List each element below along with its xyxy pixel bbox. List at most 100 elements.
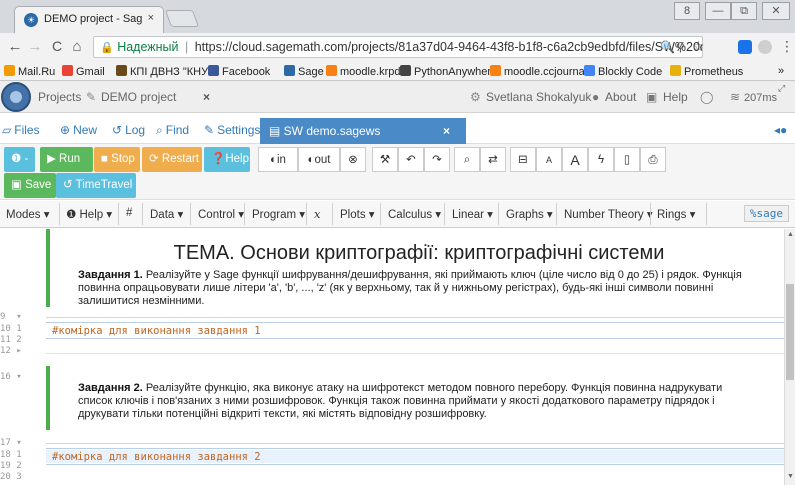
plots-menu[interactable]: Plots ▾ xyxy=(340,207,375,221)
find-tab[interactable]: ⌕ Find xyxy=(156,123,189,138)
close-project-icon[interactable]: × xyxy=(203,90,210,104)
user-name[interactable]: Svetlana Shokalyuk xyxy=(486,90,591,104)
bookmark-item[interactable]: Blockly Code xyxy=(584,65,662,78)
bookmark-item[interactable]: PythonAnywhere xyxy=(400,65,497,78)
tab-close-icon[interactable]: × xyxy=(148,12,154,24)
bookmark-star-icon[interactable]: ☆ xyxy=(692,38,705,55)
close-file-icon[interactable]: × xyxy=(443,118,450,144)
sage-favicon-icon: ☀ xyxy=(24,13,38,27)
new-tab-button[interactable] xyxy=(164,10,200,27)
bookmarks-overflow-icon[interactable]: » xyxy=(778,65,784,77)
bookmark-item[interactable]: Mail.Ru xyxy=(4,65,55,78)
code-line-1[interactable]: #комірка для виконання завдання 1 xyxy=(52,325,261,337)
undo-icon[interactable]: ↶ xyxy=(398,147,424,172)
worksheet-area[interactable]: ТЕМА. Основи криптографії: криптографічн… xyxy=(0,229,784,485)
control-menu[interactable]: Control ▾ xyxy=(198,207,244,221)
log-tab[interactable]: ↺ Log xyxy=(112,123,145,137)
delete-output-icon[interactable]: ⊗ xyxy=(340,147,366,172)
restart-button[interactable]: ⟳ Restart xyxy=(142,147,202,172)
browser-tab[interactable]: ☀ DEMO project - SageMat × xyxy=(14,6,164,33)
worksheet-toolbar: ❶ - ▶ Run ■ Stop ⟳ Restart ❓Help ◐in ◐ou… xyxy=(0,144,795,200)
scrollbar-thumb[interactable] xyxy=(786,284,794,380)
settings-tab[interactable]: ✎ Settings xyxy=(204,123,260,137)
comment-menu[interactable]: # xyxy=(126,207,132,219)
restart-label: Restart xyxy=(161,153,199,165)
run-button[interactable]: ▶ Run xyxy=(40,147,93,172)
about-link[interactable]: About xyxy=(605,90,636,104)
bookmark-item[interactable]: moodle.krpd xyxy=(326,65,401,78)
data-menu[interactable]: Data ▾ xyxy=(150,207,183,221)
modes-menu[interactable]: Modes ▾ xyxy=(6,207,49,221)
fullscreen-icon[interactable]: ⤢ xyxy=(778,83,785,94)
help-button[interactable]: ❓Help xyxy=(204,147,250,172)
linear-menu[interactable]: Linear ▾ xyxy=(452,207,493,221)
code-line-2[interactable]: #комірка для виконання завдання 2 xyxy=(52,451,261,463)
split-view-icon[interactable]: ⊟ xyxy=(510,147,536,172)
chat-icon[interactable]: ◂● xyxy=(774,123,787,137)
bookmark-item[interactable]: Prometheus xyxy=(670,65,743,78)
project-name[interactable]: DEMO project xyxy=(101,90,176,104)
replace-icon[interactable]: ⇄ xyxy=(480,147,506,172)
increase-font-icon[interactable]: A xyxy=(562,147,588,172)
history-icon: ↺ xyxy=(63,179,76,191)
toggle-input-button[interactable]: ◐in xyxy=(258,147,298,172)
calculus-menu[interactable]: Calculus ▾ xyxy=(388,207,441,221)
browser-menu-icon[interactable]: ⋮ xyxy=(780,38,794,55)
line-number: 9 ▾ xyxy=(0,312,22,322)
profile-button[interactable]: 8 xyxy=(674,2,700,20)
bookmark-item[interactable]: Sage xyxy=(284,65,324,78)
mode-badge[interactable]: %sage xyxy=(743,205,789,222)
sage-logo[interactable] xyxy=(1,82,31,112)
pin-icon[interactable]: ⚲ xyxy=(676,40,685,54)
search-icon[interactable]: ⌕ xyxy=(454,147,480,172)
timetravel-button[interactable]: ↺ TimeTravel xyxy=(56,173,136,198)
toggle-output-button[interactable]: ◐out xyxy=(298,147,340,172)
extension-icon-2[interactable] xyxy=(758,40,772,54)
line-number: 18 1 xyxy=(0,450,22,460)
extension-icon[interactable] xyxy=(738,40,752,54)
files-tab[interactable]: ▱ Files xyxy=(2,123,40,137)
menu-divider xyxy=(118,203,119,225)
bell-icon[interactable]: ◯ xyxy=(700,90,713,104)
projects-link[interactable]: Projects xyxy=(38,90,81,104)
active-file-tab[interactable]: ▤ SW demo.sagews × xyxy=(260,118,466,144)
bookmark-item[interactable]: Facebook xyxy=(208,65,270,78)
pdf-icon[interactable]: ▯ xyxy=(614,147,640,172)
new-tab[interactable]: ⊕ New xyxy=(60,123,97,137)
program-menu[interactable]: Program ▾ xyxy=(252,207,305,221)
bookmark-label: Gmail xyxy=(76,66,105,78)
worksheet-scrollbar[interactable]: ▲ ▼ xyxy=(784,229,795,485)
help-link[interactable]: Help xyxy=(663,90,688,104)
help-menu[interactable]: ❶ Help ▾ xyxy=(66,207,112,221)
save-icon: ▣ xyxy=(11,179,26,191)
home-icon[interactable]: ⌂ xyxy=(68,38,86,55)
rings-menu[interactable]: Rings ▾ xyxy=(657,207,695,221)
decrease-font-icon[interactable]: A xyxy=(536,147,562,172)
variable-menu[interactable]: 𝑥 xyxy=(314,207,321,221)
redo-icon[interactable]: ↷ xyxy=(424,147,450,172)
bookmark-item[interactable]: moodle.ccjournals xyxy=(490,65,593,78)
number-theory-menu[interactable]: Number Theory ▾ xyxy=(564,207,653,221)
save-button[interactable]: ▣ Save xyxy=(4,173,56,198)
maximize-button[interactable]: ⧉ xyxy=(731,2,757,20)
stop-button[interactable]: ■ Stop xyxy=(94,147,140,172)
minimize-button[interactable]: — xyxy=(705,2,731,20)
bolt-icon[interactable]: ϟ xyxy=(588,147,614,172)
info-dropdown-button[interactable]: ❶ - xyxy=(4,147,36,172)
bookmark-item[interactable]: КПІ ДВНЗ "КНУ" xyxy=(116,65,212,78)
url-bar[interactable]: 🔒 Надежный | https://cloud.sagemath.com/… xyxy=(93,36,703,58)
markdown-output-2: Завдання 2. Реалізуйте функцію, яка вико… xyxy=(46,366,784,430)
scroll-down-icon[interactable]: ▼ xyxy=(787,473,794,480)
reload-icon[interactable]: C xyxy=(48,38,66,54)
bookmark-item[interactable]: Gmail xyxy=(62,65,105,78)
latency-indicator: 207ms xyxy=(744,92,778,104)
magic-wand-icon[interactable]: ⚒ xyxy=(372,147,398,172)
graphs-menu[interactable]: Graphs ▾ xyxy=(506,207,553,221)
scroll-up-icon[interactable]: ▲ xyxy=(787,231,794,238)
print-icon[interactable]: ⎙ xyxy=(640,147,666,172)
task-1-label: Завдання 1. xyxy=(78,269,143,281)
close-window-button[interactable]: ✕ xyxy=(762,2,790,20)
back-icon[interactable]: ← xyxy=(6,38,24,55)
zoom-icon[interactable]: 🔍 xyxy=(660,40,675,54)
forward-icon[interactable]: → xyxy=(26,38,44,55)
